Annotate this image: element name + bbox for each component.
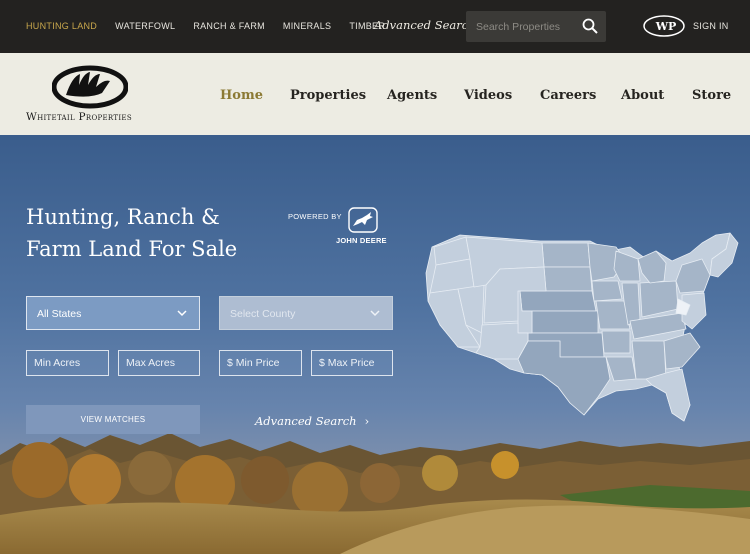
chevron-down-icon (177, 310, 187, 317)
main-nav: Home Properties Agents Videos Careers Ab… (220, 88, 731, 103)
powered-by-label: POWERED BY (288, 212, 342, 221)
state-ne[interactable] (519, 290, 597, 312)
top-nav: Hunting Land Waterfowl Ranch & Farm Mine… (26, 21, 385, 31)
nav-videos[interactable]: Videos (464, 88, 540, 103)
state-ar[interactable] (601, 330, 631, 354)
top-nav-minerals[interactable]: Minerals (283, 21, 331, 31)
search-input[interactable] (466, 11, 576, 42)
search-icon[interactable] (582, 18, 598, 34)
state-ks[interactable] (531, 310, 599, 334)
hero-advanced-search-link[interactable]: Advanced Search › (255, 414, 369, 428)
top-bar: Hunting Land Waterfowl Ranch & Farm Mine… (0, 0, 750, 53)
us-state-map[interactable] (420, 229, 750, 429)
state-nd[interactable] (541, 242, 591, 268)
chevron-right-icon: › (364, 414, 370, 428)
john-deere-deer-icon (348, 207, 378, 233)
hero-section: Hunting, Ranch & Farm Land For Sale POWE… (0, 135, 750, 554)
nav-agents[interactable]: Agents (387, 88, 464, 103)
state-select[interactable]: All States (26, 296, 200, 330)
logo-text: Whitetail Properties (26, 111, 132, 123)
state-sd[interactable] (543, 266, 593, 292)
wp-logo-icon[interactable]: WP (642, 14, 686, 38)
nav-properties[interactable]: Properties (290, 88, 387, 103)
min-price-input[interactable] (219, 350, 302, 376)
top-nav-ranch-farm[interactable]: Ranch & Farm (193, 21, 265, 31)
max-price-input[interactable] (311, 350, 393, 376)
max-acres-input[interactable] (118, 350, 200, 376)
min-acres-input[interactable] (26, 350, 109, 376)
john-deere-label: JOHN DEERE (336, 236, 387, 245)
main-header: Whitetail Properties Home Properties Age… (0, 53, 750, 135)
antler-logo-icon[interactable] (52, 65, 128, 109)
hero-title-line2: Farm Land For Sale (26, 237, 238, 261)
chevron-down-icon (370, 310, 380, 317)
state-ms-al[interactable] (631, 340, 667, 380)
wp-logo-text: WP (655, 20, 677, 33)
sign-in-link[interactable]: SIGN IN (693, 21, 729, 31)
advanced-search-link[interactable]: Advanced Search (374, 18, 476, 32)
top-nav-hunting-land[interactable]: Hunting Land (26, 21, 97, 31)
state-select-value: All States (37, 308, 82, 320)
hero-title: Hunting, Ranch & Farm Land For Sale (26, 201, 237, 265)
nav-store[interactable]: Store (692, 88, 731, 103)
county-select[interactable]: Select County (219, 296, 393, 330)
nav-careers[interactable]: Careers (540, 88, 621, 103)
nav-home[interactable]: Home (220, 88, 290, 103)
top-nav-waterfowl[interactable]: Waterfowl (115, 21, 175, 31)
hero-title-line1: Hunting, Ranch & (26, 205, 220, 229)
state-ia[interactable] (591, 280, 623, 302)
search-box (466, 11, 606, 42)
view-matches-button[interactable]: VIEW MATCHES (26, 405, 200, 434)
county-select-value: Select County (230, 308, 296, 320)
state-fl[interactable] (645, 368, 691, 422)
hero-advanced-search-label: Advanced Search (255, 414, 357, 428)
nav-about[interactable]: About (621, 88, 692, 103)
